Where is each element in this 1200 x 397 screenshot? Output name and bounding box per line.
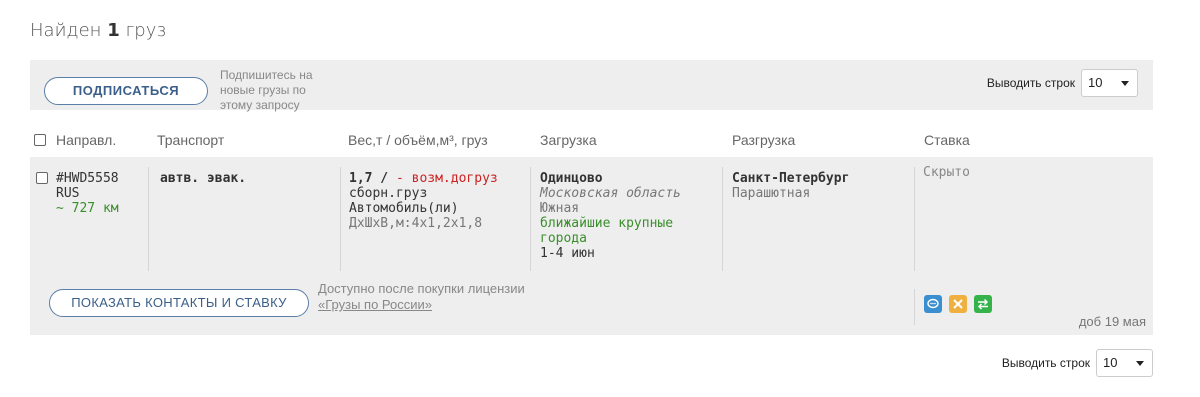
loading-city: Одинцово (540, 171, 603, 186)
exchange-icon[interactable] (974, 295, 992, 313)
loading-note[interactable]: ближайшие крупные города (540, 216, 720, 246)
added-date: доб 19 мая (1078, 314, 1146, 329)
rows-per-page-select[interactable]: 10 (1081, 69, 1138, 97)
column-divider (914, 289, 915, 325)
unloading-street: Парашютная (732, 186, 811, 201)
column-direction[interactable]: Направл. (56, 132, 116, 148)
column-unloading[interactable]: Разгрузка (732, 132, 795, 148)
results-count: 1 (107, 20, 120, 41)
transport-type: автв. эвак. (160, 171, 247, 186)
license-link[interactable]: «Грузы по России» (318, 297, 432, 312)
unloading-cell: Санкт-Петербург Парашютная (732, 171, 912, 201)
results-title: Найден 1 груз (30, 20, 166, 41)
contacts-hint-text: Доступно после покупки лицензии (318, 281, 525, 296)
transport-cell: автв. эвак. (160, 171, 335, 186)
column-weight[interactable]: Вес,т / объём,м³, груз (348, 132, 488, 148)
weight-line: 1,7 / - возм.догруз (349, 171, 534, 186)
footer-rows-per-page-value: 10 (1103, 355, 1118, 370)
cargo-id[interactable]: #HWD5558 (56, 171, 151, 186)
weight-dash: - (388, 171, 404, 186)
loading-street: Южная (540, 201, 580, 216)
rate-cell: Скрыто (923, 165, 970, 180)
row-checkbox[interactable] (36, 172, 48, 184)
rows-per-page-control: Выводить строк 10 (987, 69, 1138, 97)
weight-value: 1,7 / (349, 171, 389, 186)
select-all-checkbox[interactable] (34, 134, 46, 146)
title-suffix: груз (125, 20, 167, 41)
table-header: Направл. Транспорт Вес,т / объём,м³, гру… (30, 132, 1153, 150)
footer-rows-per-page-label: Выводить строк (1001, 356, 1090, 370)
column-divider (914, 167, 915, 271)
column-loading[interactable]: Загрузка (540, 132, 597, 148)
column-divider (340, 167, 341, 271)
unloading-city: Санкт-Петербург (732, 171, 850, 186)
loading-dates: 1-4 июн (540, 246, 595, 261)
column-divider (530, 167, 531, 271)
loading-region: Московская область (540, 186, 681, 201)
chevron-down-icon (1121, 81, 1129, 86)
rows-per-page-value: 10 (1088, 75, 1103, 90)
close-icon[interactable] (949, 295, 967, 313)
chat-icon[interactable] (924, 295, 942, 313)
show-contacts-button[interactable]: ПОКАЗАТЬ КОНТАКТЫ И СТАВКУ (49, 289, 309, 317)
title-prefix: Найден (30, 20, 102, 41)
column-rate[interactable]: Ставка (924, 132, 970, 148)
column-divider (148, 167, 149, 271)
rate-value: Скрыто (923, 165, 970, 180)
extra-load: возм.догруз (403, 171, 498, 186)
cargo-row: #HWD5558 RUS ~ 727 км автв. эвак. 1,7 / … (30, 157, 1153, 335)
rows-per-page-label: Выводить строк (986, 76, 1075, 90)
direction-cell: #HWD5558 RUS ~ 727 км (56, 171, 151, 216)
cargo-country: RUS (56, 186, 80, 201)
cargo-distance: ~ 727 км (56, 201, 119, 216)
footer-rows-per-page-select[interactable]: 10 (1096, 349, 1153, 377)
subscribe-button[interactable]: ПОДПИСАТЬСЯ (44, 77, 208, 105)
cargo-type: сборн.груз (349, 186, 428, 201)
chevron-down-icon (1136, 361, 1144, 366)
column-transport[interactable]: Транспорт (157, 132, 224, 148)
weight-cell: 1,7 / - возм.догруз сборн.груз Автомобил… (349, 171, 534, 231)
cargo-dimensions: ДхШхВ,м:4х1,2х1,8 (349, 216, 483, 231)
loading-cell: Одинцово Московская область Южная ближай… (540, 171, 720, 261)
row-actions (924, 295, 992, 313)
subscribe-hint: Подпишитесь на новые грузы по этому запр… (220, 68, 313, 112)
cargo-kind: Автомобиль(ли) (349, 201, 459, 216)
contacts-hint: Доступно после покупки лицензии «Грузы п… (318, 281, 538, 313)
column-divider (722, 167, 723, 271)
toolbar: ПОДПИСАТЬСЯ Подпишитесь на новые грузы п… (30, 60, 1153, 112)
footer-rows-per-page-control: Выводить строк 10 (1002, 349, 1153, 377)
